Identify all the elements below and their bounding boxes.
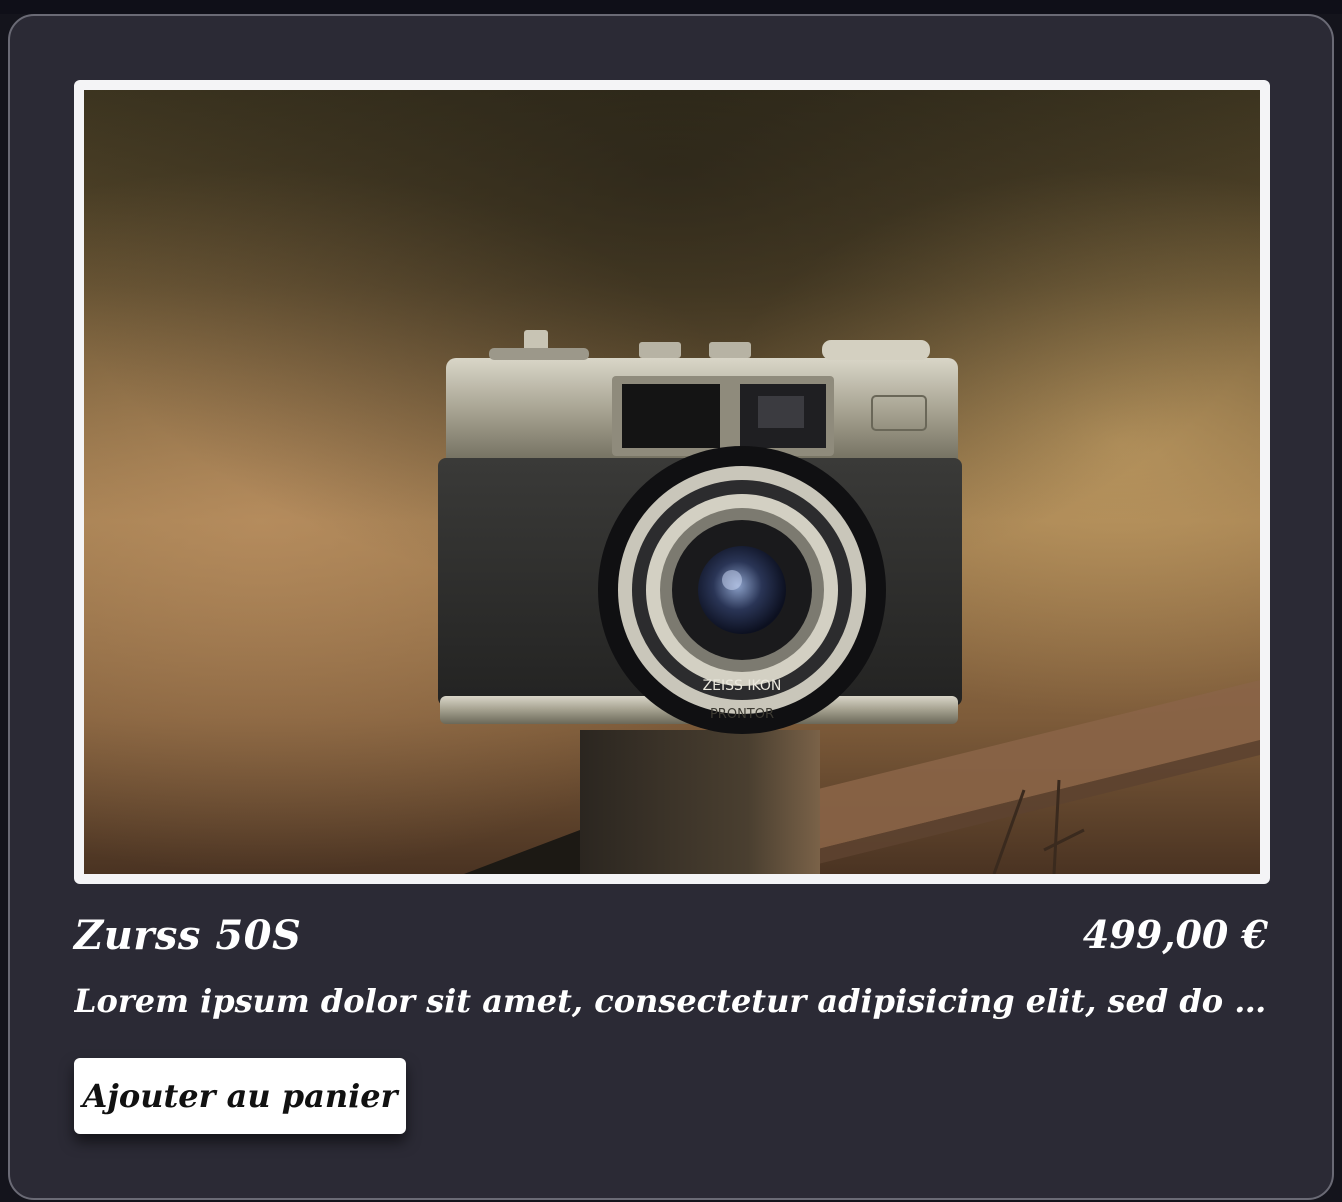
top-strip [0, 0, 1342, 14]
product-image: ZEISS IKON PRONTOR [84, 90, 1260, 874]
product-title: Zurss 50S [74, 912, 302, 959]
product-price: 499,00 € [1082, 912, 1268, 957]
add-to-cart-button[interactable]: Ajouter au panier [74, 1058, 406, 1134]
lens-label: ZEISS IKON [703, 678, 782, 694]
product-description: Lorem ipsum dolor sit amet, consectetur … [74, 982, 1270, 1020]
shutter-label: PRONTOR [710, 707, 774, 722]
product-image-frame[interactable]: ZEISS IKON PRONTOR [74, 80, 1270, 884]
product-card: ZEISS IKON PRONTOR Zurss 50S 499,00 € Lo… [8, 14, 1334, 1200]
